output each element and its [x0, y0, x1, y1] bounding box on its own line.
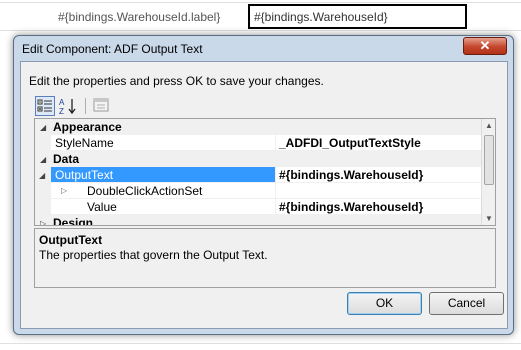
expand-triangle-icon[interactable]: ▷ [40, 219, 46, 225]
categorized-view-button[interactable] [35, 96, 55, 116]
alphabetical-sort-button[interactable]: A Z [58, 96, 78, 116]
sheet-gridline [0, 30, 521, 31]
category-label: Design [53, 216, 94, 226]
category-row-data[interactable]: ◢ Data [35, 151, 483, 167]
dialog-content: Edit the properties and press OK to save… [20, 61, 508, 329]
property-pages-icon [93, 98, 109, 112]
property-row-selected[interactable]: ◢ OutputText #{bindings.WarehouseId} [35, 167, 483, 183]
svg-text:Z: Z [59, 107, 64, 116]
property-pages-button[interactable] [92, 96, 112, 116]
category-row-design[interactable]: ▷ Design [35, 215, 483, 226]
dialog-titlebar[interactable]: Edit Component: ADF Output Text ✕ [14, 36, 513, 61]
property-value[interactable]: #{bindings.WarehouseId} [276, 199, 483, 215]
property-row[interactable]: StyleName _ADFDI_OutputTextStyle [35, 135, 483, 151]
description-title: OutputText [39, 233, 103, 247]
description-text: The properties that govern the Output Te… [39, 248, 268, 262]
property-name: OutputText [51, 167, 276, 183]
collapse-triangle-icon[interactable]: ◢ [40, 123, 46, 132]
edit-component-dialog: Edit Component: ADF Output Text ✕ Edit t… [13, 35, 514, 335]
ok-button[interactable]: OK [347, 292, 422, 315]
sheet-gridline [0, 2, 521, 3]
dialog-title: Edit Component: ADF Output Text [22, 42, 203, 56]
property-row[interactable]: Value #{bindings.WarehouseId} [35, 199, 483, 215]
toolbar-separator [85, 98, 86, 114]
collapse-triangle-icon[interactable]: ◢ [39, 171, 45, 180]
sheet-gridline [0, 343, 521, 344]
close-icon: ✕ [479, 38, 491, 53]
scroll-up-icon[interactable]: ▲ [485, 121, 493, 130]
scroll-down-icon[interactable]: ▼ [485, 214, 493, 223]
sheet-selected-value-cell[interactable]: #{bindings.WarehouseId} [248, 4, 467, 29]
category-label: Appearance [53, 120, 122, 134]
property-grid: ◢ Appearance StyleName _ADFDI_OutputText… [34, 118, 496, 226]
property-name: DoubleClickActionSet [51, 183, 276, 199]
description-panel: OutputText The properties that govern th… [34, 228, 496, 288]
property-value[interactable] [276, 183, 483, 199]
property-value[interactable]: #{bindings.WarehouseId} [276, 167, 483, 183]
property-name: StyleName [51, 135, 276, 151]
sheet-label-cell[interactable]: #{bindings.WarehouseId.label} [58, 10, 220, 24]
sort-alphabetical-icon: A Z [59, 98, 76, 116]
cancel-button[interactable]: Cancel [429, 292, 504, 315]
svg-text:A: A [59, 98, 65, 107]
scroll-thumb[interactable] [484, 135, 494, 185]
category-label: Data [53, 152, 80, 166]
property-value[interactable]: _ADFDI_OutputTextStyle [276, 135, 483, 151]
category-row-appearance[interactable]: ◢ Appearance [35, 119, 483, 135]
property-row[interactable]: DoubleClickActionSet ▷ [35, 183, 483, 199]
close-button[interactable]: ✕ [463, 37, 507, 55]
property-name: Value [51, 199, 276, 215]
vertical-scrollbar[interactable]: ▲ ▼ [481, 119, 495, 225]
instructions-text: Edit the properties and press OK to save… [29, 74, 324, 88]
expand-triangle-icon[interactable]: ▷ [61, 186, 67, 195]
collapse-triangle-icon[interactable]: ◢ [40, 155, 46, 164]
categorized-view-icon [37, 99, 52, 112]
